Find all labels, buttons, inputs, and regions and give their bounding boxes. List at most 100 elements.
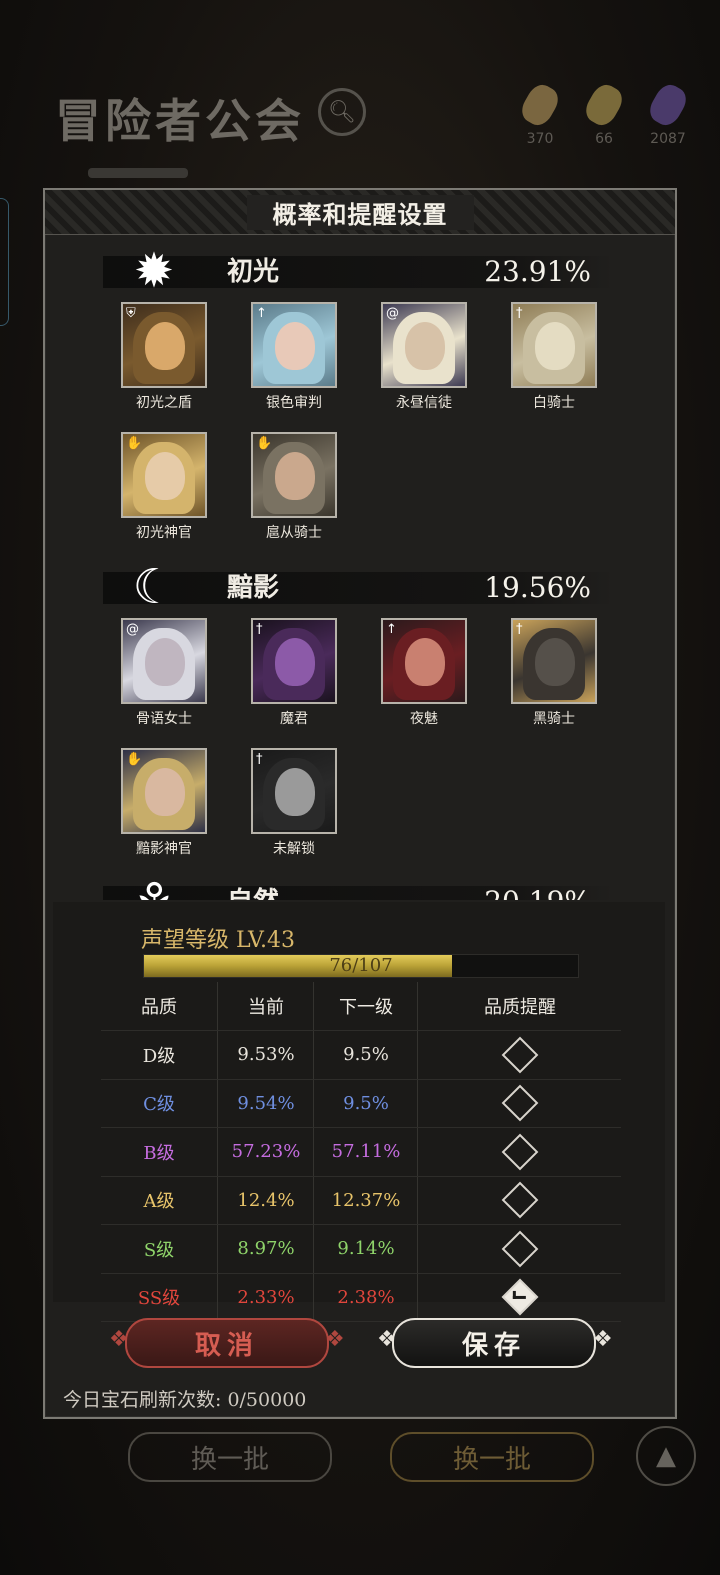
- hero-card[interactable]: † 白骑士: [511, 302, 597, 412]
- quality-row: D级 9.53% 9.5%: [101, 1031, 621, 1080]
- save-button[interactable]: 保存: [392, 1318, 596, 1368]
- hero-name: 初光神官: [136, 525, 192, 541]
- hero-card[interactable]: ↑ 夜魅: [381, 618, 467, 728]
- guild-progress-bar: [88, 168, 188, 178]
- column-header: 品质提醒: [417, 982, 622, 1030]
- spiral-class-icon: @: [386, 306, 399, 321]
- diamond-checkbox[interactable]: [501, 1084, 539, 1122]
- column-header: 下一级: [313, 982, 418, 1030]
- hero-card[interactable]: † 魔君: [251, 618, 337, 728]
- hero-portrait: ↑: [251, 302, 337, 388]
- quality-current: 57.23%: [217, 1128, 314, 1176]
- faction-header: ✹ 初光 23.91%: [103, 243, 613, 299]
- antler-emblem-icon: ⚘: [125, 872, 183, 900]
- hero-card[interactable]: † 未解锁: [251, 748, 337, 858]
- feather-icon: [517, 80, 563, 130]
- quality-reminder-cell: [417, 1079, 622, 1127]
- bg-refresh-button-gold: 换一批: [390, 1432, 594, 1482]
- diamond-checkbox[interactable]: [501, 1230, 539, 1268]
- quality-panel: 声望等级 LV.43 76/107 品质 当前 下一级 品质提醒 D级 9.53% 9.5%…: [53, 902, 665, 1322]
- hero-card[interactable]: ↑ 银色审判: [251, 302, 337, 412]
- quality-next: 9.5%: [313, 1031, 418, 1079]
- resource-counter: 370: [510, 80, 570, 147]
- faction-scroll-list[interactable]: ✹ 初光 23.91% ⛨ 初光之盾 ↑ 银色审判 @ 永昼信徒 † 白骑士 ✋ 初光神官 ✋ 扈从骑士 ☾ 黯…: [45, 236, 675, 900]
- diamond-checkbox[interactable]: [501, 1133, 539, 1171]
- hero-face: [145, 452, 185, 500]
- hero-face: [145, 638, 185, 686]
- hero-card[interactable]: ✋ 扈从骑士: [251, 432, 337, 542]
- spear-class-icon: ↑: [256, 306, 267, 321]
- column-header: 品质: [141, 997, 177, 1018]
- hero-portrait: †: [251, 748, 337, 834]
- probability-dialog: 概率和提醒设置 ✹ 初光 23.91% ⛨ 初光之盾 ↑ 银色审判 @ 永昼信徒 † 白骑士 ✋ 初光神…: [43, 188, 677, 1419]
- resource-value: 66: [595, 131, 613, 147]
- checked-diamond-checkbox[interactable]: [501, 1278, 539, 1316]
- hero-face: [275, 638, 315, 686]
- hero-name: 白骑士: [533, 395, 575, 411]
- quality-reminder-cell: [417, 1031, 622, 1079]
- hero-face: [535, 638, 575, 686]
- hero-portrait: ↑: [381, 618, 467, 704]
- resource-value: 2087: [650, 131, 686, 147]
- hero-card[interactable]: ⛨ 初光之盾: [121, 302, 207, 412]
- hero-name: 魔君: [280, 711, 308, 727]
- quality-current: 12.4%: [217, 1176, 314, 1224]
- faction-percent: 23.91%: [484, 255, 591, 288]
- hero-face: [535, 322, 575, 370]
- sword-class-icon: †: [516, 622, 523, 637]
- faction-header: ⚘ 自然 20.19%: [103, 873, 613, 901]
- hero-portrait: †: [511, 618, 597, 704]
- faction-name: 初光: [227, 257, 280, 287]
- hero-card[interactable]: † 黑骑士: [511, 618, 597, 728]
- hero-face: [405, 638, 445, 686]
- hero-card[interactable]: @ 骨语女士: [121, 618, 207, 728]
- hero-portrait: ✋: [121, 432, 207, 518]
- crescent-emblem-icon: ☾: [132, 559, 176, 615]
- quality-row: C级 9.54% 9.5%: [101, 1079, 622, 1128]
- diamond-checkbox[interactable]: [501, 1181, 539, 1219]
- purple-gem-icon: [645, 80, 691, 130]
- sword-class-icon: †: [516, 306, 523, 321]
- quality-current: 9.54%: [217, 1079, 314, 1127]
- gold-coin-icon: [581, 80, 627, 130]
- quality-reminder-cell: [417, 1225, 622, 1273]
- hero-face: [145, 768, 185, 816]
- quality-row: S级 8.97% 9.14%: [101, 1225, 621, 1274]
- bg-refresh-button: 换一批: [128, 1432, 332, 1482]
- faction-name: 黯影: [227, 573, 280, 603]
- hero-name: 黯影神官: [136, 841, 192, 857]
- hero-portrait: @: [121, 618, 207, 704]
- cancel-ornament-right-icon: ❖: [325, 1327, 345, 1352]
- side-tab: [0, 198, 9, 326]
- save-ornament-right-icon: ❖: [593, 1327, 613, 1352]
- hand-class-icon: ✋: [126, 436, 143, 451]
- hero-face: [145, 322, 185, 370]
- quality-reminder-cell: [417, 1273, 622, 1321]
- quality-row: A级 12.4% 12.37%: [101, 1176, 621, 1225]
- faction-percent: 19.56%: [484, 571, 591, 604]
- hero-face: [275, 452, 315, 500]
- shield-class-icon: ⛨: [126, 306, 136, 321]
- hero-name: 夜魅: [410, 711, 438, 727]
- quality-next: 9.14%: [313, 1225, 418, 1273]
- hero-card[interactable]: @ 永昼信徒: [381, 302, 467, 412]
- quality-table-header: 品质 当前 下一级 品质提醒: [101, 982, 621, 1031]
- quality-row: SS级 2.33% 2.38%: [101, 1273, 622, 1322]
- hero-name: 骨语女士: [136, 711, 192, 727]
- quality-reminder-cell: [417, 1128, 622, 1176]
- hero-name: 永昼信徒: [396, 395, 452, 411]
- faction-percent: 20.19%: [484, 886, 591, 901]
- hero-portrait: †: [511, 302, 597, 388]
- hero-name: 银色审判: [266, 395, 322, 411]
- cancel-button[interactable]: 取消: [125, 1318, 329, 1368]
- diamond-checkbox[interactable]: [501, 1036, 539, 1074]
- hero-name: 初光之盾: [136, 395, 192, 411]
- hero-face: [275, 322, 315, 370]
- hero-portrait: ✋: [251, 432, 337, 518]
- column-header: 当前: [217, 982, 314, 1030]
- hero-card[interactable]: ✋ 黯影神官: [121, 748, 207, 858]
- quality-row: B级 57.23% 57.11%: [101, 1128, 621, 1177]
- quality-table: 品质 当前 下一级 品质提醒 D级 9.53% 9.5% C级 9.54% 9.5% B级 57.23…: [101, 982, 621, 1322]
- reputation-level: 声望等级 LV.43: [141, 928, 296, 953]
- hero-card[interactable]: ✋ 初光神官: [121, 432, 207, 542]
